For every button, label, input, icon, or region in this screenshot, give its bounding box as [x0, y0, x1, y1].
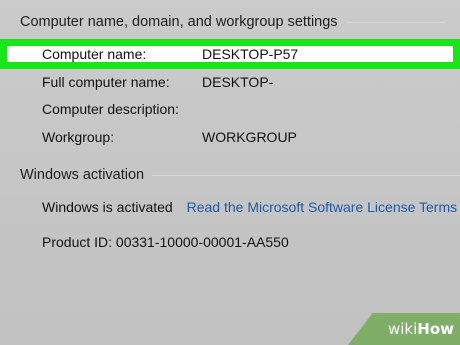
workgroup-label: Workgroup: [42, 129, 115, 145]
activation-status-line: Windows is activated Read the Microsoft … [42, 199, 457, 215]
computer-settings-title: Computer name, domain, and workgroup set… [20, 14, 338, 30]
header-divider [345, 21, 446, 23]
watermark-wiki: wiki [387, 320, 418, 338]
system-properties-panel: Computer name, domain, and workgroup set… [0, 0, 460, 345]
full-computer-name-label: Full computer name: [42, 74, 170, 90]
computer-name-value: DESKTOP-P57 [202, 46, 299, 62]
license-terms-link[interactable]: Read the Microsoft Software License Term… [187, 199, 458, 215]
workgroup-value: WORKGROUP [202, 129, 297, 145]
full-computer-name-value: DESKTOP- [202, 74, 274, 90]
activation-title: Windows activation [20, 167, 145, 183]
watermark-how: How [417, 320, 454, 338]
computer-settings-header: Computer name, domain, and workgroup set… [20, 14, 446, 30]
computer-name-label: Computer name: [42, 46, 147, 62]
header-divider [152, 174, 460, 176]
activation-header: Windows activation [20, 167, 460, 183]
computer-description-label: Computer description: [42, 101, 179, 117]
product-id: Product ID: 00331-10000-00001-AA550 [42, 234, 289, 250]
activation-status: Windows is activated [42, 199, 173, 215]
wikihow-watermark: wiki How [348, 313, 460, 345]
